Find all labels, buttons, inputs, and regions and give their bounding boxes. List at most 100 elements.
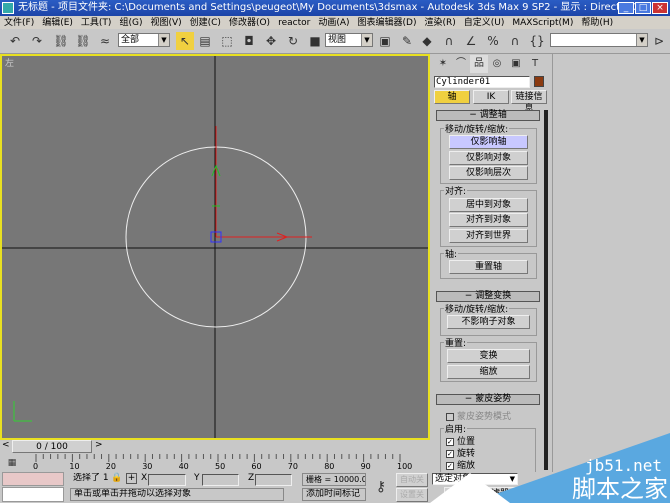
y-coordinate-input[interactable] [202, 474, 239, 486]
create-tab-icon[interactable]: ✶ [434, 55, 452, 73]
menu-group[interactable]: 组(G) [119, 18, 142, 28]
minimize-button[interactable]: _ [618, 2, 634, 14]
time-slider[interactable]: < 0 / 100 > [0, 440, 430, 454]
auto-key-button[interactable]: 自动关键点 [396, 473, 428, 487]
ruler-tick-label: 30 [142, 462, 153, 471]
menu-customize[interactable]: 自定义(U) [464, 18, 505, 28]
add-time-tag-button[interactable]: 添加时间标记 [302, 488, 366, 501]
menu-help[interactable]: 帮助(H) [581, 18, 613, 28]
reference-coord-value: 视图 [328, 35, 347, 45]
ruler-tick-label: 20 [105, 462, 116, 471]
ruler-tick-label: 70 [287, 462, 298, 471]
menu-create[interactable]: 创建(C) [190, 18, 221, 28]
y-label: Y [194, 473, 200, 483]
rollout-adjust-transform[interactable]: − 调整变换 [436, 291, 540, 302]
object-color-swatch[interactable] [534, 76, 544, 87]
track-bar[interactable]: ▦ 0 10 20 30 40 50 60 70 80 90 100 [0, 454, 430, 472]
angle-snap-icon[interactable]: ∠ [462, 32, 480, 50]
checkbox-label: 蒙皮姿势模式 [457, 412, 512, 422]
menu-edit[interactable]: 编辑(E) [42, 18, 73, 28]
hierarchy-tab-icon[interactable]: 品 [470, 55, 488, 73]
affect-pivot-only-button[interactable]: 仅影响轴 [449, 135, 528, 149]
menu-bar: 文件(F) 编辑(E) 工具(T) 组(G) 视图(V) 创建(C) 修改器(O) react… [0, 16, 670, 29]
panel-scrollbar[interactable] [544, 110, 548, 470]
mirror-icon[interactable]: ⊳ [650, 32, 668, 50]
next-frame-button[interactable]: > [95, 440, 103, 450]
reference-coord-dropdown[interactable]: 视图 ▼ [325, 33, 373, 47]
undo-icon[interactable]: ↶ [6, 32, 24, 50]
spinner-snap-icon[interactable]: ∩ [506, 32, 524, 50]
chevron-down-icon: ▼ [158, 34, 169, 46]
menu-views[interactable]: 视图(V) [150, 18, 181, 28]
motion-tab-icon[interactable]: ◎ [488, 55, 506, 73]
center-to-object-button[interactable]: 居中到对象 [449, 198, 528, 212]
menu-animation[interactable]: 动画(A) [318, 18, 349, 28]
percent-snap-icon[interactable]: % [484, 32, 502, 50]
title-bar: 无标题 - 项目文件夹: C:\Documents and Settings\p… [0, 0, 670, 16]
menu-graph-editors[interactable]: 图表编辑器(D) [358, 18, 417, 28]
lock-icon[interactable]: 🔒 [111, 473, 122, 483]
select-link-icon[interactable]: ⛓ [52, 32, 70, 50]
dont-affect-children-button[interactable]: 不影响子对象 [447, 315, 530, 329]
unlink-icon[interactable]: ⛓ [74, 32, 92, 50]
align-to-world-button[interactable]: 对齐到世界 [449, 229, 528, 243]
menu-modifiers[interactable]: 修改器(O) [229, 18, 270, 28]
select-object-icon[interactable]: ↖ [176, 32, 194, 50]
menu-rendering[interactable]: 渲染(R) [424, 18, 455, 28]
snap-toggle-icon[interactable]: ∩ [440, 32, 458, 50]
menu-reactor[interactable]: reactor [278, 18, 310, 28]
tab-ik[interactable]: IK [473, 90, 509, 104]
reset-transform-button[interactable]: 变换 [447, 349, 530, 363]
skin-pose-mode-checkbox[interactable]: 蒙皮姿势模式 [446, 409, 511, 422]
maximize-button[interactable]: □ [635, 2, 651, 14]
viewport-left[interactable]: 左 [0, 54, 430, 440]
x-coordinate-input[interactable] [148, 474, 186, 486]
key-icon[interactable]: ⚷ [372, 478, 390, 496]
manipulate-icon[interactable]: ✎ [398, 32, 416, 50]
rotate-icon[interactable]: ↻ [284, 32, 302, 50]
time-slider-thumb[interactable]: 0 / 100 [12, 440, 92, 453]
rollout-adjust-pivot[interactable]: − 调整轴 [436, 110, 540, 121]
absolute-mode-icon[interactable]: + [126, 473, 137, 484]
ruler-tick-label: 50 [215, 462, 226, 471]
prev-frame-button[interactable]: < [2, 440, 10, 450]
tab-link-info[interactable]: 链接信息 [511, 90, 547, 114]
scale-icon[interactable]: ■ [306, 32, 324, 50]
selection-filter-dropdown[interactable]: 全部 ▼ [118, 33, 170, 47]
modify-tab-icon[interactable]: ⌒ [452, 55, 470, 73]
maxscript-listener-pink[interactable] [2, 472, 64, 486]
keyboard-shortcut-icon[interactable]: ◆ [418, 32, 436, 50]
align-to-object-button[interactable]: 对齐到对象 [449, 213, 528, 227]
redo-icon[interactable]: ↷ [28, 32, 46, 50]
utilities-tab-icon[interactable]: T [526, 55, 544, 73]
select-by-name-icon[interactable]: ▤ [196, 32, 214, 50]
reset-pivot-button[interactable]: 重置轴 [449, 260, 528, 274]
menu-tools[interactable]: 工具(T) [81, 18, 112, 28]
maxscript-listener-white[interactable] [2, 487, 64, 502]
object-name-field[interactable]: Cylinder01 [434, 76, 530, 88]
affect-hierarchy-only-button[interactable]: 仅影响层次 [449, 166, 528, 180]
menu-file[interactable]: 文件(F) [4, 18, 34, 28]
edit-named-selection-icon[interactable]: {} [528, 32, 546, 50]
chevron-down-icon: ▼ [636, 34, 647, 46]
selection-count: 选择了 1 [70, 473, 110, 486]
rollout-skin-pose[interactable]: − 蒙皮姿势 [436, 394, 540, 405]
affect-object-only-button[interactable]: 仅影响对象 [449, 151, 528, 165]
curve-editor-icon[interactable]: ▦ [4, 454, 20, 470]
named-selection-dropdown[interactable]: ▼ [550, 33, 648, 47]
window-title: 无标题 - 项目文件夹: C:\Documents and Settings\p… [18, 2, 638, 13]
rollout-title: 调整变换 [475, 291, 512, 301]
tab-pivot[interactable]: 轴 [434, 90, 470, 104]
pivot-center-icon[interactable]: ▣ [376, 32, 394, 50]
rectangle-selection-icon[interactable]: ⬚ [218, 32, 236, 50]
world-axis-icon [13, 401, 32, 422]
reset-scale-button[interactable]: 缩放 [447, 365, 530, 379]
display-tab-icon[interactable]: ▣ [507, 55, 525, 73]
move-icon[interactable]: ✥ [262, 32, 280, 50]
close-button[interactable]: × [652, 2, 668, 14]
set-key-button[interactable]: 设置关键点 [396, 488, 428, 502]
window-crossing-icon[interactable]: ◘ [240, 32, 258, 50]
z-coordinate-input[interactable] [255, 474, 292, 486]
menu-maxscript[interactable]: MAXScript(M) [512, 18, 573, 28]
bind-space-warp-icon[interactable]: ≈ [96, 32, 114, 50]
